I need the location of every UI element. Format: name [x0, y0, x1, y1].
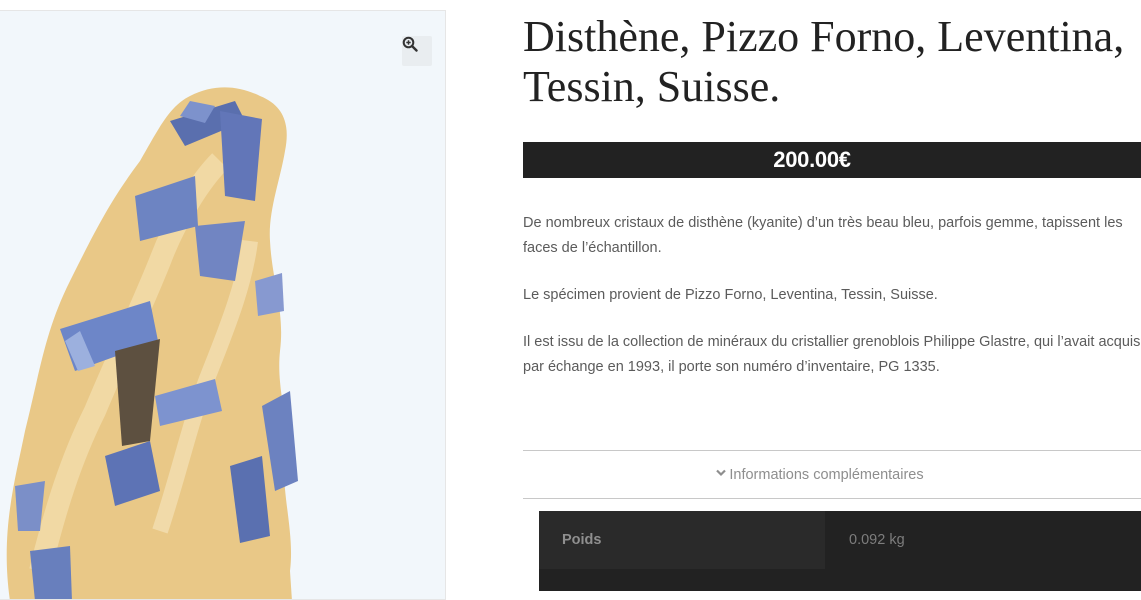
description-line: Le spécimen provient de Pizzo Forno, Lev… — [523, 287, 938, 303]
description-paragraph: Il est issu de la collection de minéraux… — [523, 330, 1141, 380]
description-line: par échange en 1993, il porte son numéro… — [523, 359, 940, 375]
price-bar: 200.00€ — [523, 142, 1141, 178]
product-description: De nombreux cristaux de disthène (kyanit… — [523, 211, 1141, 402]
product-price: 200.00€ — [773, 147, 851, 172]
product-title-line-2: Tessin, Suisse. — [523, 62, 781, 111]
product-title: Disthène, Pizzo Forno, Leventina, Tessin… — [523, 12, 1141, 112]
zoom-button[interactable] — [402, 36, 432, 66]
chevron-down-icon — [716, 449, 727, 497]
additional-info-toggle[interactable]: Informations complémentaires — [523, 450, 1141, 499]
product-image-gallery[interactable] — [0, 10, 446, 600]
description-line: De nombreux cristaux de disthène (kyanit… — [523, 215, 1123, 231]
table-row: Poids 0.092 kg — [539, 511, 1141, 569]
product-image[interactable] — [0, 11, 446, 600]
attributes-table: Poids 0.092 kg — [539, 511, 1141, 591]
product-title-line-1: Disthène, Pizzo Forno, Leventina, — [523, 12, 1125, 61]
description-paragraph: De nombreux cristaux de disthène (kyanit… — [523, 211, 1141, 261]
attribute-value: 0.092 kg — [849, 532, 905, 548]
zoom-in-icon — [402, 36, 418, 52]
description-line: Il est issu de la collection de minéraux… — [523, 334, 1141, 350]
attribute-label: Poids — [539, 511, 825, 569]
description-line: faces de l’échantillon. — [523, 240, 662, 256]
additional-info-label: Informations complémentaires — [729, 467, 924, 483]
description-paragraph: Le spécimen provient de Pizzo Forno, Lev… — [523, 283, 1141, 308]
